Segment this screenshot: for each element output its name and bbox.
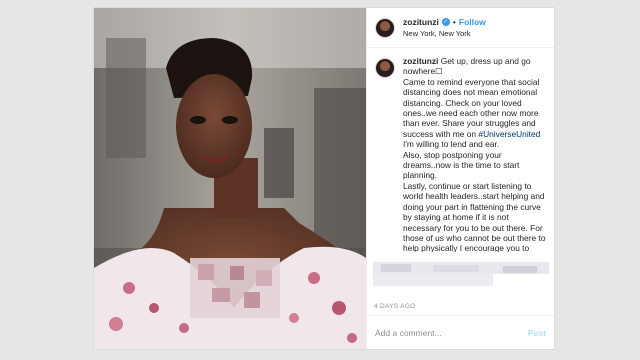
caption-username[interactable]: zozitunzi (403, 56, 438, 66)
post-comment-button[interactable]: Post (528, 328, 546, 338)
caption-body-continued: I'm willing to lend and ear. Also, stop … (403, 139, 546, 252)
caption-avatar[interactable] (375, 58, 395, 78)
header-info: zozitunzi ✓ • Follow New York, New York (403, 17, 486, 39)
post-timestamp: 4 DAYS AGO (374, 303, 416, 310)
caption-text: zozitunzi Get up, dress up and go nowher… (403, 56, 546, 252)
post-header: zozitunzi ✓ • Follow New York, New York (367, 8, 554, 48)
separator-dot: • (452, 16, 456, 27)
avatar[interactable] (375, 17, 395, 38)
blurred-likes-area (373, 262, 549, 288)
comment-bar: Post (367, 315, 554, 349)
comment-input[interactable] (375, 327, 528, 338)
location-link[interactable]: New York, New York (403, 28, 486, 39)
instagram-post: zozitunzi ✓ • Follow New York, New York … (93, 7, 555, 350)
username-link[interactable]: zozitunzi (403, 17, 439, 28)
hashtag-link[interactable]: #UniverseUnited (478, 129, 540, 139)
post-photo[interactable] (94, 8, 366, 349)
header-row: zozitunzi ✓ • Follow (403, 17, 486, 28)
portrait-image (94, 8, 366, 349)
verified-badge-icon: ✓ (441, 18, 450, 26)
follow-button[interactable]: Follow (459, 17, 486, 28)
post-sidebar: zozitunzi ✓ • Follow New York, New York … (366, 8, 554, 349)
caption-body: Get up, dress up and go nowhere☐ Came to… (403, 56, 540, 139)
